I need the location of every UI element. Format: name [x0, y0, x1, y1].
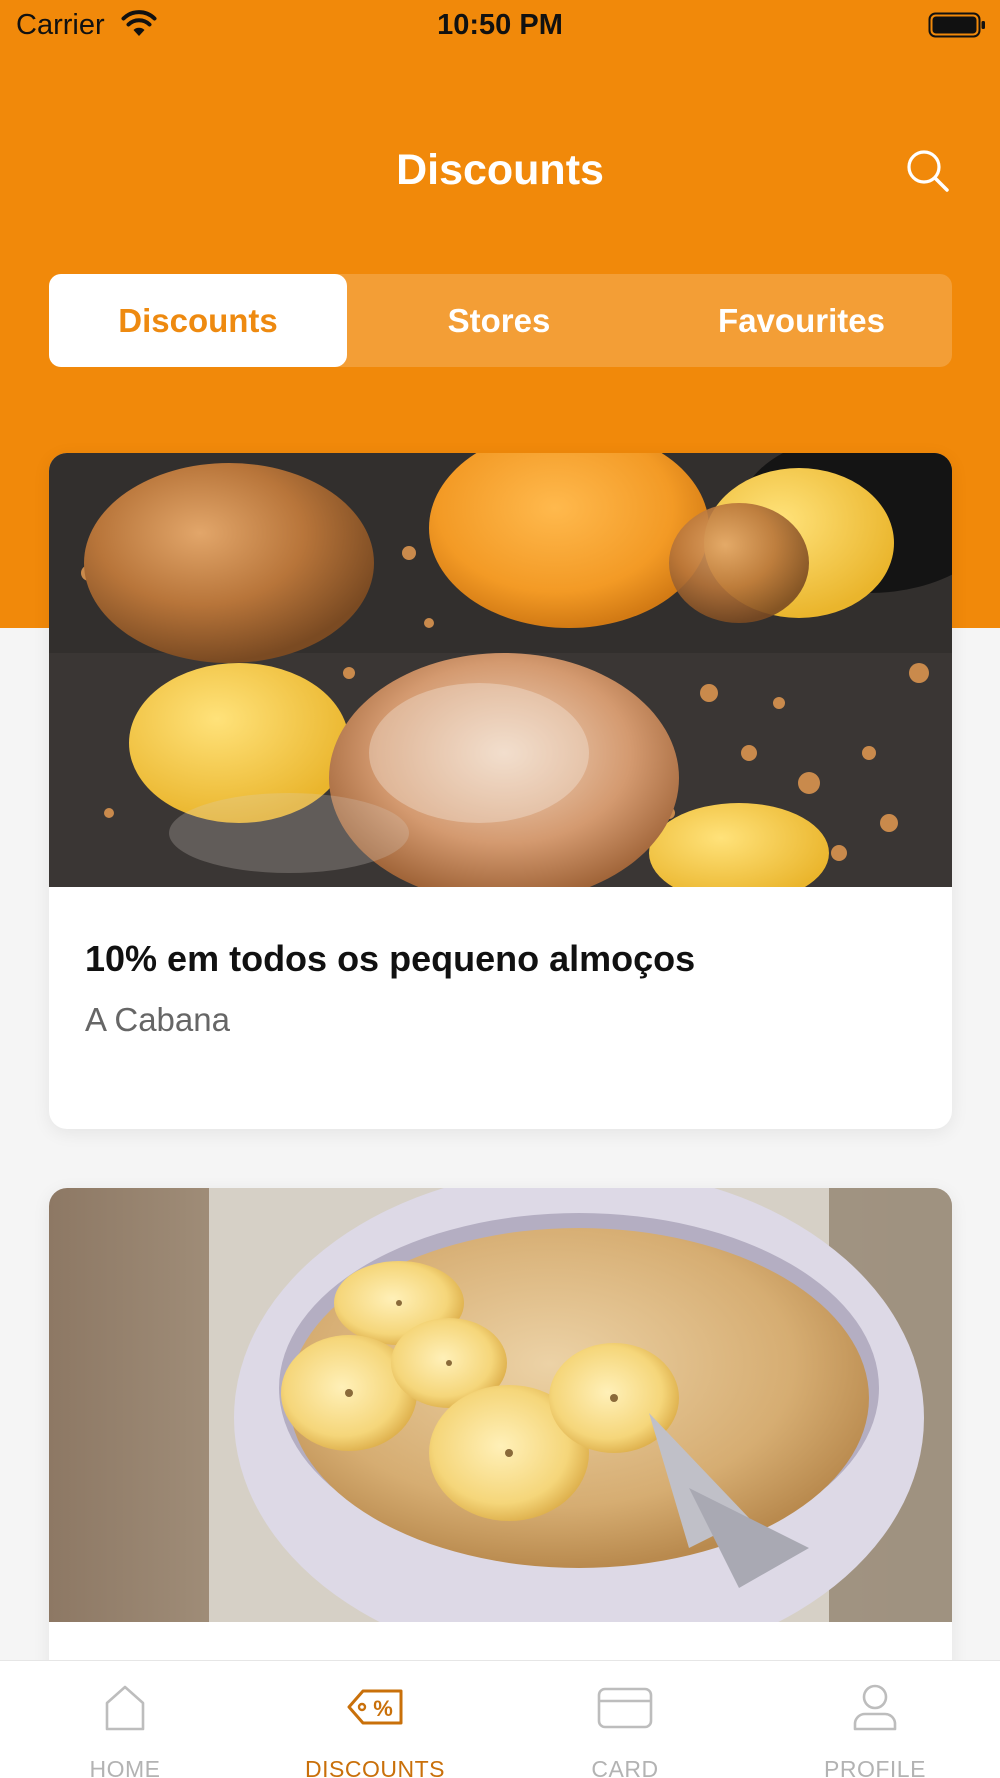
tab-label: CARD — [591, 1756, 659, 1778]
segment-label: Favourites — [718, 301, 885, 339]
status-time: 10:50 PM — [437, 9, 563, 41]
svg-text:%: % — [373, 1696, 393, 1721]
tab-card[interactable]: CARD — [500, 1661, 750, 1778]
tab-label: DISCOUNTS — [305, 1756, 445, 1778]
card-icon — [597, 1687, 653, 1729]
tab-label: HOME — [89, 1756, 161, 1778]
home-icon — [105, 1685, 145, 1731]
tab-home[interactable]: HOME — [0, 1661, 250, 1778]
discount-tag-icon: % — [347, 1689, 403, 1725]
discount-card[interactable] — [49, 1188, 952, 1708]
card-title: 10% em todos os pequeno almoços — [85, 938, 696, 979]
discount-card[interactable]: 10% em todos os pequeno almoços A Cabana — [49, 453, 952, 1129]
tab-label: PROFILE — [824, 1756, 926, 1778]
segment-label: Stores — [447, 301, 551, 339]
page-title: Discounts — [396, 146, 604, 194]
tab-discounts[interactable]: % DISCOUNTS — [250, 1661, 500, 1778]
status-bar: Carrier 10:50 PM — [0, 0, 1000, 50]
tab-bar: HOME % DISCOUNTS CARD PROFILE — [0, 1660, 1000, 1778]
dessert-photo — [49, 453, 952, 887]
tab-profile[interactable]: PROFILE — [750, 1661, 1000, 1778]
search-icon[interactable] — [902, 145, 954, 197]
segment-stores[interactable]: Stores — [349, 274, 649, 367]
segment-favourites[interactable]: Favourites — [651, 274, 952, 367]
segment-label: Discounts — [118, 301, 278, 339]
card-store-name: A Cabana — [85, 1001, 230, 1038]
porridge-photo — [49, 1188, 952, 1622]
profile-icon — [853, 1684, 897, 1731]
segment-discounts[interactable]: Discounts — [49, 274, 347, 367]
segmented-control: Discounts Stores Favourites — [49, 274, 952, 367]
battery-icon — [928, 12, 985, 38]
